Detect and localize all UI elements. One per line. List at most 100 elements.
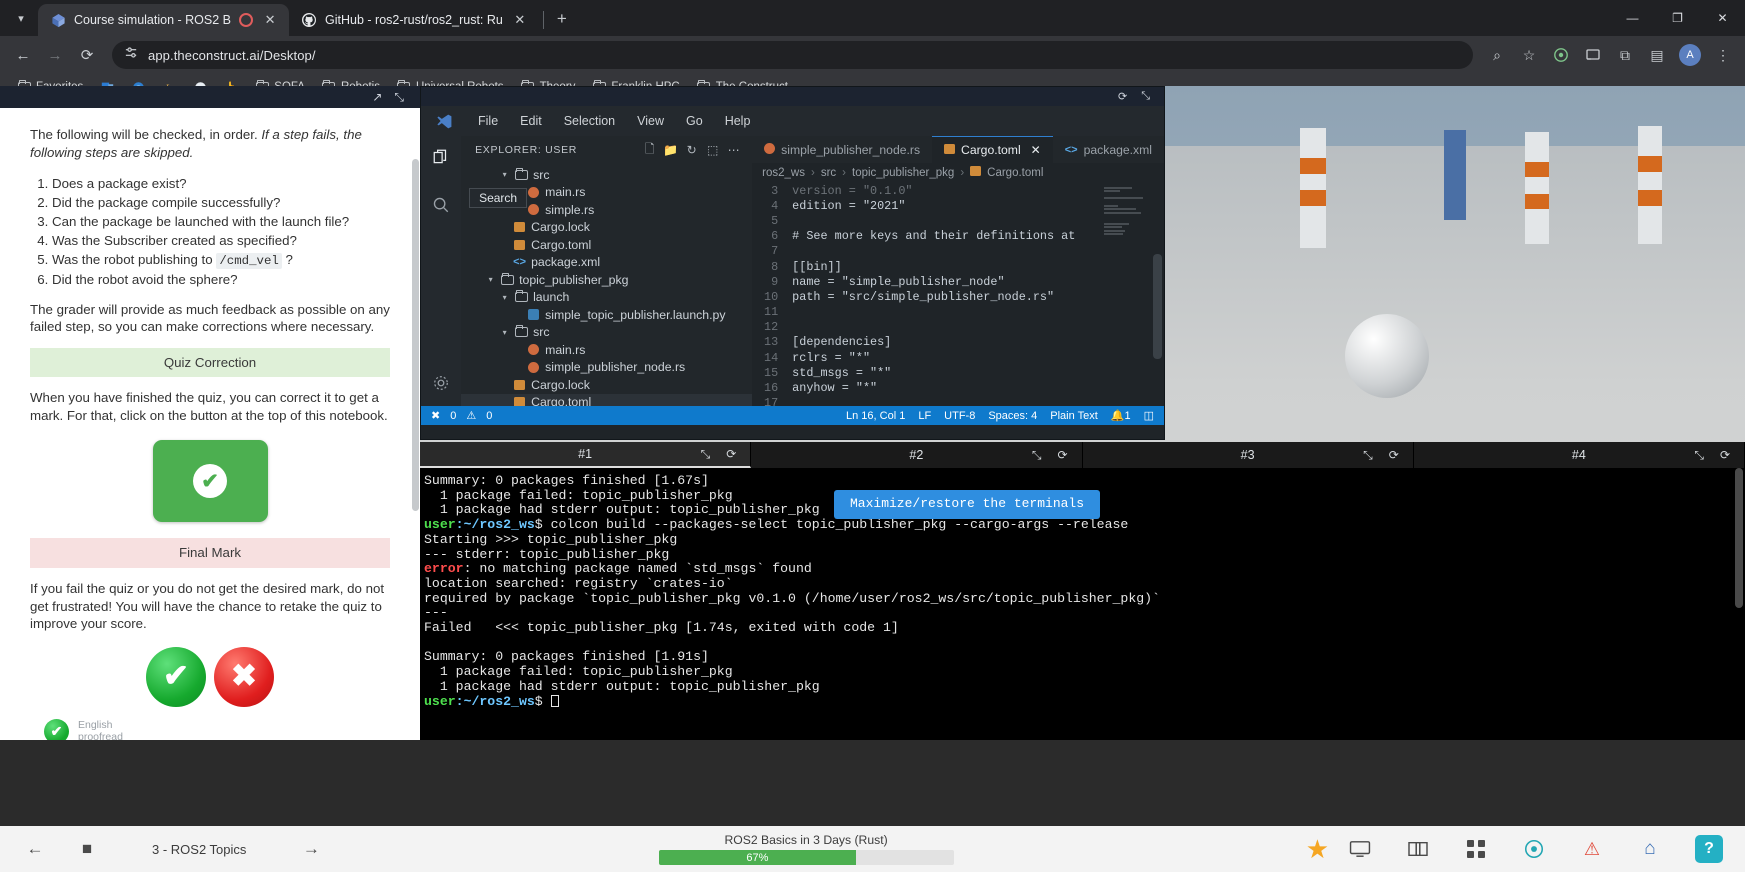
bookmark-star-icon[interactable]: ☆ [1515,41,1543,69]
warning-icon[interactable]: ⚠ [1579,836,1605,862]
code-area[interactable]: 3 version = "0.1.0" 4 edition = "2021" 5 6… [752,182,1164,406]
forward-button[interactable]: → [40,40,70,70]
grid-icon[interactable] [1463,836,1489,862]
notebook-expand-icon[interactable]: ⤡ [394,90,404,105]
correct-quiz-button[interactable]: ✔ [152,440,268,523]
tree-item-cargo-lock-2[interactable]: Cargo.lock [461,376,752,394]
menu-view[interactable]: View [626,114,675,128]
minimize-button[interactable]: — [1610,0,1655,36]
breadcrumb-0[interactable]: ros2_ws [762,167,805,179]
monitor-icon[interactable] [1347,836,1373,862]
close-window-button[interactable]: ✕ [1700,0,1745,36]
tree-item-cargo-lock-1[interactable]: Cargo.lock [461,219,752,237]
tree-item-src-2[interactable]: ▾ src [461,324,752,342]
breadcrumb-3[interactable]: Cargo.toml [987,167,1043,179]
tree-item-cargo-toml-2[interactable]: Cargo.toml [461,393,753,406]
minimap[interactable] [1104,185,1150,281]
previous-lesson-button[interactable]: ← [22,836,48,862]
breadcrumb-2[interactable]: topic_publisher_pkg [852,167,954,179]
editor-tab-simple-publisher-node[interactable]: simple_publisher_node.rs [752,136,933,163]
address-bar[interactable]: app.theconstruct.ai/Desktop/ [112,41,1473,69]
vscode-expand-icon[interactable]: ⤡ [1141,90,1150,103]
site-settings-icon[interactable] [124,45,139,65]
next-lesson-button[interactable]: → [298,836,324,862]
side-panel-icon[interactable]: ▤ [1643,41,1671,69]
editor-tab-package-xml[interactable]: <> package.xml [1052,136,1164,163]
editor-scrollbar[interactable] [1153,254,1162,359]
browser-tab-0[interactable]: Course simulation - ROS2 B ✕ [38,4,290,36]
zoom-icon[interactable]: ⌕ [1483,41,1511,69]
tree-item-main-rs-2[interactable]: main.rs [461,341,752,359]
favorite-star-icon[interactable]: ★ [1306,834,1329,865]
terminal-expand-icon[interactable]: ⤡ [1363,448,1373,463]
split-view-icon[interactable]: ⧉ [1611,41,1639,69]
maximize-terminals-tooltip[interactable]: Maximize/restore the terminals [834,490,1101,519]
extension-puzzle-icon[interactable] [1547,41,1575,69]
tree-item-launch-py[interactable]: simple_topic_publisher.launch.py [461,306,752,324]
new-file-icon[interactable]: 🗋 [639,140,660,161]
close-tab-icon-1[interactable]: ✕ [511,11,529,29]
stop-button[interactable]: ■ [74,836,100,862]
terminal-reload-icon[interactable]: ⟳ [1720,448,1730,463]
status-indentation[interactable]: Spaces: 4 [988,410,1037,422]
new-folder-icon[interactable]: 📁 [660,140,681,161]
layout-icon[interactable]: ◫ [1144,409,1154,422]
terminal-output[interactable]: Maximize/restore the terminals Summary: … [420,468,1745,740]
menu-file[interactable]: File [467,114,509,128]
book-icon[interactable] [1405,836,1431,862]
vscode-reload-icon[interactable]: ⟳ [1118,90,1127,103]
back-button[interactable]: ← [8,40,38,70]
avatar[interactable]: A [1679,44,1701,66]
terminal-expand-icon[interactable]: ⤡ [701,447,711,462]
notebook-scrollbar[interactable] [412,110,419,718]
tree-item-launch[interactable]: ▾ launch [461,289,752,307]
terminal-expand-icon[interactable]: ⤡ [1694,448,1704,463]
tree-item-cargo-toml-1[interactable]: Cargo.toml [461,236,752,254]
status-encoding[interactable]: UTF-8 [944,410,975,422]
terminal-tab-1[interactable]: #1 ⤡ ⟳ [420,442,752,468]
status-language-mode[interactable]: Plain Text [1050,410,1098,422]
terminal-tab-2[interactable]: #2 ⤡ ⟳ [751,442,1083,468]
refresh-icon[interactable]: ↻ [681,140,702,161]
terminal-tab-4[interactable]: #4 ⤡ ⟳ [1414,442,1745,468]
browser-tab-1[interactable]: GitHub - ros2-rust/ros2_rust: Ru ✕ [289,4,539,36]
gear-icon[interactable] [428,370,454,396]
tab-search-chevron-icon[interactable]: ▾ [4,3,38,33]
help-button[interactable]: ? [1695,835,1723,863]
reload-button[interactable]: ⟳ [72,40,102,70]
cast-icon[interactable] [1579,41,1607,69]
bell-icon[interactable]: 🔔1 [1111,409,1131,422]
tree-item-simple-publisher-node-rs[interactable]: simple_publisher_node.rs [461,359,752,377]
tree-item-topic-publisher-pkg[interactable]: ▾ topic_publisher_pkg [461,271,752,289]
status-problems[interactable]: ✖ 0 ⚠ 0 [431,409,492,423]
notebook-edit-icon[interactable]: ↗ [372,90,382,104]
menu-edit[interactable]: Edit [509,114,553,128]
terminal-tab-3[interactable]: #3 ⤡ ⟳ [1083,442,1414,468]
close-icon[interactable]: ✕ [1031,143,1041,157]
home-icon[interactable]: ⌂ [1637,836,1663,862]
menu-go[interactable]: Go [675,114,714,128]
new-tab-button[interactable]: + [548,5,576,33]
browser-menu-icon[interactable]: ⋮ [1709,41,1737,69]
terminal-reload-icon[interactable]: ⟳ [726,447,736,462]
more-icon[interactable]: ⋯ [723,140,744,161]
terminal-scrollbar[interactable] [1735,468,1743,608]
tree-item-package-xml-1[interactable]: <> package.xml [461,254,752,272]
terminal-reload-icon[interactable]: ⟳ [1389,448,1399,463]
collapse-icon[interactable]: ⬚ [702,140,723,161]
status-cursor-position[interactable]: Ln 16, Col 1 [846,410,905,422]
files-icon[interactable] [428,144,454,170]
terminal-reload-icon[interactable]: ⟳ [1057,448,1067,463]
menu-help[interactable]: Help [714,114,762,128]
tree-item-src[interactable]: ▾ src [461,166,752,184]
search-icon[interactable] [428,192,454,218]
breadcrumb-1[interactable]: src [821,167,836,179]
menu-selection[interactable]: Selection [553,114,626,128]
close-tab-icon-0[interactable]: ✕ [261,11,279,29]
maximize-button[interactable]: ❐ [1655,0,1700,36]
status-eol[interactable]: LF [918,410,931,422]
editor-tab-cargo-toml[interactable]: Cargo.toml ✕ [932,136,1053,163]
ros-icon[interactable] [1521,836,1547,862]
terminal-expand-icon[interactable]: ⤡ [1032,448,1042,463]
breadcrumb-sep: › [842,166,847,179]
